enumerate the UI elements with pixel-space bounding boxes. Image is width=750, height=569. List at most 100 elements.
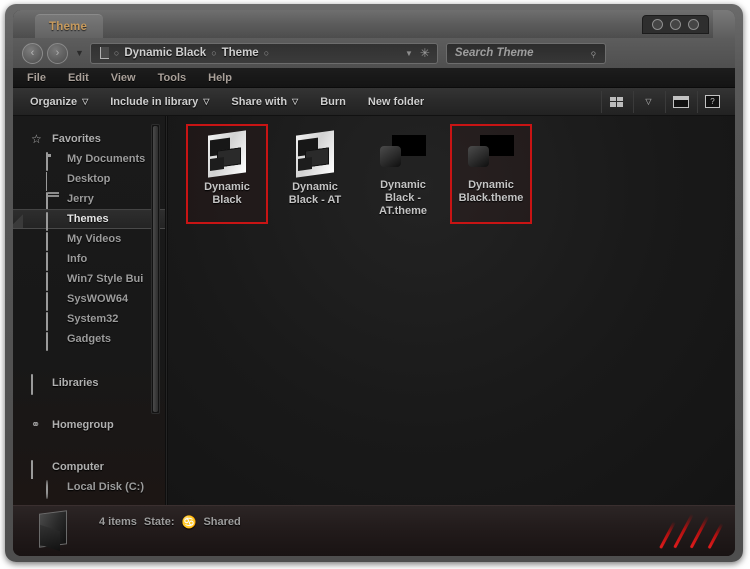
menu-item-help[interactable]: Help (197, 72, 243, 84)
menu-bar: File Edit View Tools Help (13, 68, 735, 88)
sidebar-item-homegroup[interactable]: ⚭ Homegroup (13, 415, 165, 435)
folder-icon (46, 191, 60, 211)
sidebar-label-favorites: Favorites (52, 133, 101, 145)
sidebar-item-my-videos[interactable]: My Videos (13, 229, 165, 251)
back-button[interactable]: ‹ (22, 42, 43, 64)
sidebar-item-syswow64[interactable]: SysWOW64 (13, 289, 165, 311)
sidebar-item-win7-style-builder[interactable]: Win7 Style Bui (13, 269, 165, 291)
folder-icon (204, 130, 250, 178)
help-button[interactable]: ? (697, 90, 727, 113)
sidebar-label-info: Info (67, 253, 88, 265)
window-corner-decoration (713, 10, 735, 38)
new-folder-label: New folder (367, 95, 425, 108)
view-options-caret-button[interactable]: ▽ (633, 90, 663, 113)
maximize-button[interactable] (670, 19, 681, 30)
shared-state-icon: ♋ (181, 515, 197, 529)
sidebar-item-favorites[interactable]: ☆ Favorites (13, 129, 165, 149)
refresh-icon[interactable]: ✳ (420, 47, 430, 59)
sidebar-label-my-documents: My Documents (67, 153, 146, 165)
address-bar-row: ‹ › ▼ ○ Dynamic Black ○ Theme ○ ▼ ✳ Sear… (13, 38, 735, 68)
status-bar: 4 items State: ♋ Shared (13, 505, 735, 556)
preview-pane-button[interactable] (665, 90, 695, 113)
breadcrumb-item-1[interactable]: Theme (222, 47, 259, 59)
navigation-pane[interactable]: ☆ Favorites My Documents Desktop Jerry T… (13, 116, 165, 505)
claw-marks-decoration (635, 510, 724, 550)
page-title: Theme (49, 20, 88, 33)
chevron-down-icon[interactable]: ▼ (405, 49, 413, 58)
sidebar-label-local-disk-c: Local Disk (C:) (67, 481, 145, 493)
folder-icon (46, 251, 60, 271)
sidebar-scrollbar-thumb[interactable] (153, 126, 158, 412)
folder-icon (292, 130, 338, 178)
star-icon: ☆ (31, 131, 42, 146)
sidebar-label-themes: Themes (67, 213, 109, 225)
menu-item-edit[interactable]: Edit (57, 72, 100, 84)
sidebar-label-homegroup: Homegroup (52, 419, 114, 431)
change-view-button[interactable] (601, 90, 631, 113)
sidebar-item-my-documents[interactable]: My Documents (13, 149, 165, 171)
sidebar-scrollbar[interactable] (151, 124, 160, 414)
address-bar[interactable]: ○ Dynamic Black ○ Theme ○ ▼ ✳ (89, 42, 438, 64)
recent-pages-icon[interactable]: ▼ (75, 48, 84, 58)
breadcrumb-item-0[interactable]: Dynamic Black (124, 47, 206, 59)
file-name: Dynamic Black (204, 181, 250, 206)
file-name: Dynamic Black - AT.theme (378, 179, 428, 217)
file-list-view[interactable]: Dynamic Black Dynamic Black - AT Dynamic… (168, 116, 735, 505)
sidebar-item-gadgets[interactable]: Gadgets (13, 329, 165, 351)
breadcrumb-separator-2: ○ (263, 48, 270, 58)
file-item-dynamic-black-at-theme[interactable]: Dynamic Black - AT.theme (362, 124, 444, 224)
file-item-dynamic-black-theme[interactable]: Dynamic Black.theme (450, 124, 532, 224)
menu-item-view[interactable]: View (100, 72, 147, 84)
forward-icon: › (55, 46, 60, 59)
share-with-button[interactable]: Share with ▽ (220, 88, 309, 115)
sidebar-item-jerry[interactable]: Jerry (13, 189, 165, 211)
sidebar-label-jerry: Jerry (67, 193, 94, 205)
sidebar-label-computer: Computer (52, 461, 104, 473)
menu-item-tools[interactable]: Tools (147, 72, 198, 84)
homegroup-icon: ⚭ (31, 418, 41, 431)
organize-button[interactable]: Organize ▽ (19, 88, 99, 115)
include-in-library-label: Include in library (110, 95, 199, 108)
menu-item-file[interactable]: File (16, 72, 57, 84)
chevron-down-icon: ▽ (645, 97, 652, 106)
sidebar-label-my-videos: My Videos (67, 233, 122, 245)
search-input[interactable]: Search Theme (455, 47, 534, 59)
disk-icon (46, 479, 60, 499)
toolbar-right-group: ▽ ? (601, 88, 727, 115)
burn-button[interactable]: Burn (309, 88, 357, 115)
chevron-down-icon: ▽ (203, 97, 210, 106)
organize-label: Organize (30, 95, 78, 108)
sidebar-item-desktop[interactable]: Desktop (13, 169, 165, 213)
status-folder-icon (37, 510, 71, 552)
sidebar-item-local-disk-c[interactable]: Local Disk (C:) (13, 477, 165, 499)
back-icon: ‹ (30, 46, 35, 59)
theme-file-icon (466, 133, 516, 173)
folder-icon (46, 211, 60, 231)
folder-icon (46, 331, 60, 351)
file-item-dynamic-black[interactable]: Dynamic Black (186, 124, 268, 224)
sidebar-item-system32[interactable]: System32 (13, 309, 165, 331)
library-icon (31, 373, 45, 395)
chevron-down-icon: ▽ (82, 97, 89, 106)
sidebar-group-favorites: ☆ Favorites My Documents Desktop Jerry T… (13, 129, 165, 351)
new-folder-button[interactable]: New folder (357, 88, 435, 115)
file-name: Dynamic Black.theme (458, 179, 524, 204)
close-button[interactable] (688, 19, 699, 30)
file-item-dynamic-black-at[interactable]: Dynamic Black - AT (274, 124, 356, 224)
forward-button[interactable]: › (47, 42, 68, 64)
sidebar-item-info[interactable]: Info (13, 249, 165, 271)
title-bar: Theme (13, 10, 735, 38)
window-controls (642, 15, 709, 34)
sidebar-item-computer[interactable]: Computer (13, 457, 165, 479)
sidebar-label-desktop: Desktop (67, 173, 111, 185)
minimize-button[interactable] (652, 19, 663, 30)
help-icon: ? (705, 95, 720, 108)
sidebar-item-libraries[interactable]: Libraries (13, 373, 165, 395)
preview-pane-icon (672, 95, 689, 108)
include-in-library-button[interactable]: Include in library ▽ (99, 88, 220, 115)
sidebar-group-libraries: Libraries (13, 373, 165, 395)
sidebar-item-themes[interactable]: Themes (13, 209, 165, 231)
folder-open-icon (46, 151, 60, 171)
sidebar-group-homegroup: ⚭ Homegroup (13, 415, 165, 435)
search-box[interactable]: Search Theme ⌕ (445, 42, 606, 64)
